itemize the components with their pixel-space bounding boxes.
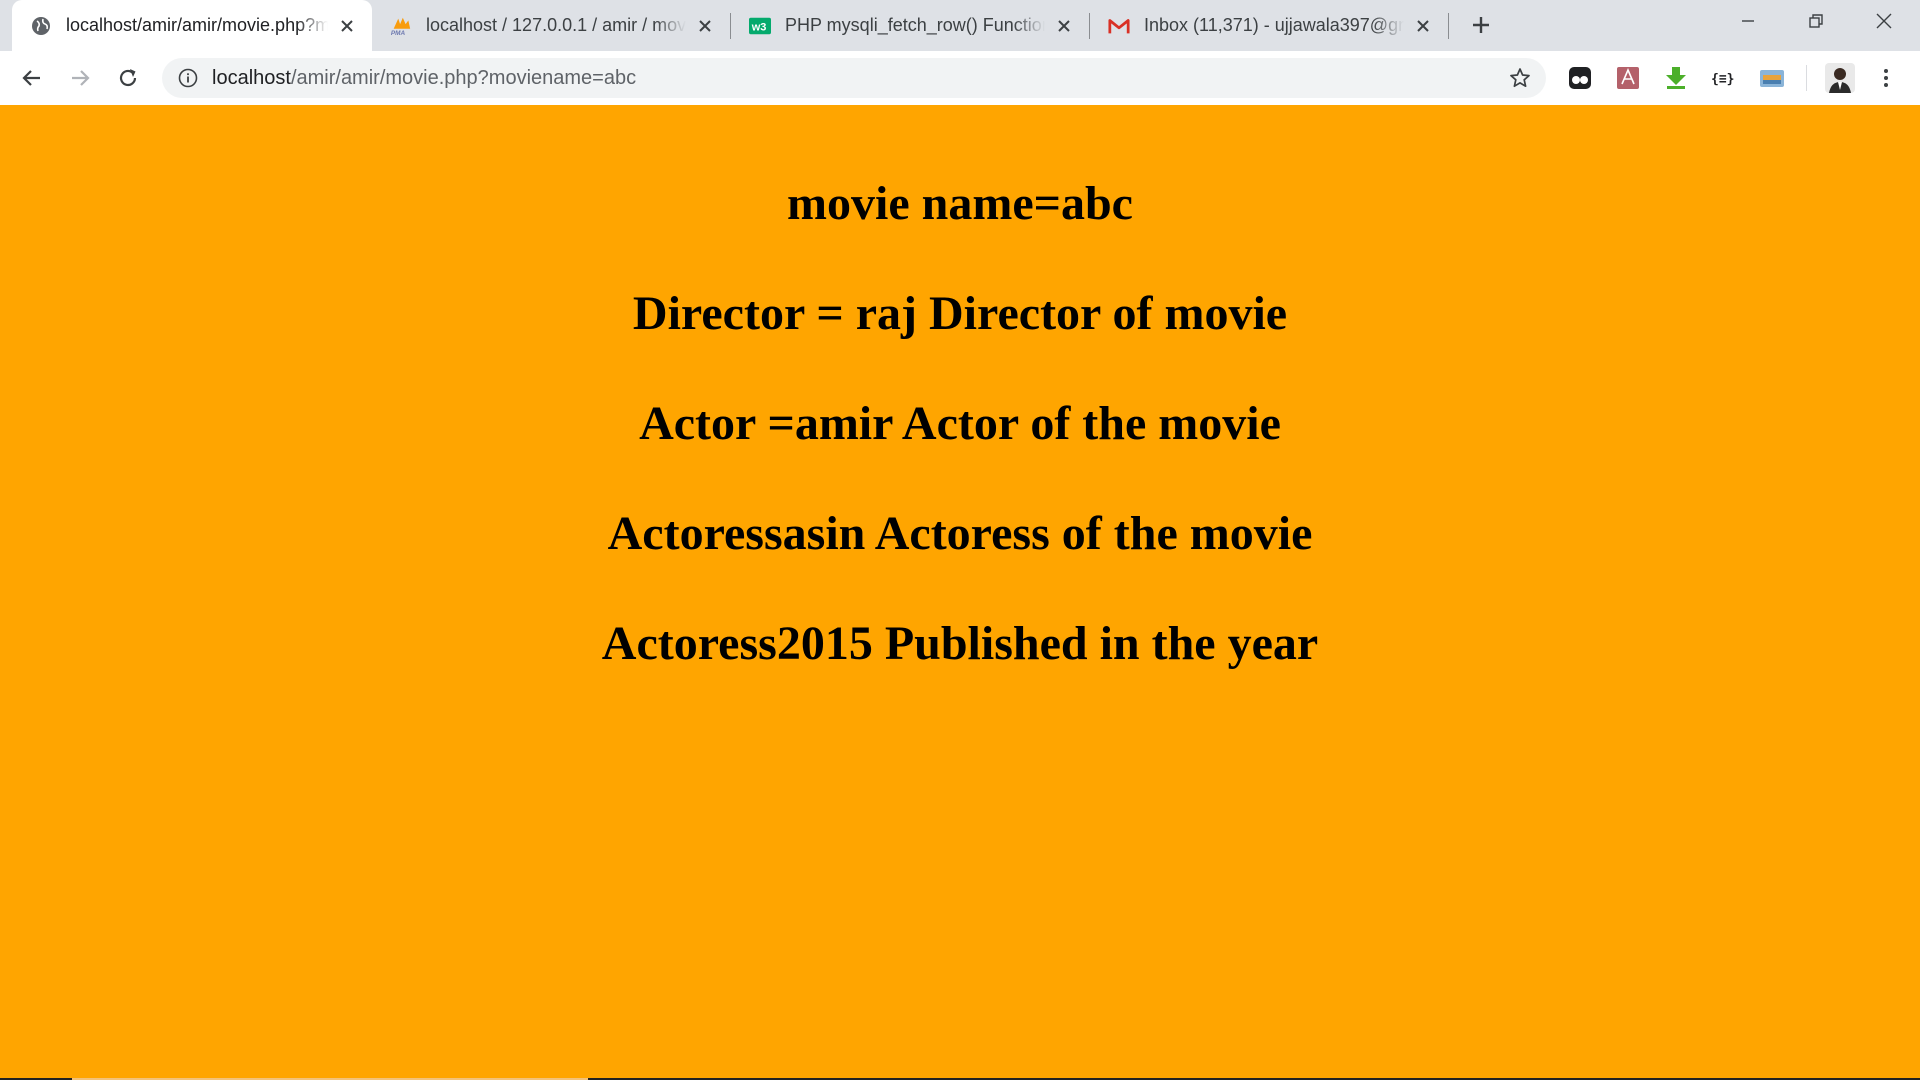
tab-title: localhost/amir/amir/movie.php?moviename=… <box>66 15 328 35</box>
movie-name-heading: movie name=abc <box>787 177 1133 230</box>
bookmark-star-icon[interactable] <box>1508 66 1532 90</box>
download-icon[interactable] <box>1662 64 1690 92</box>
w3schools-icon: w3 <box>749 15 771 37</box>
info-icon[interactable] <box>176 66 200 90</box>
back-button[interactable] <box>14 60 50 96</box>
gmail-icon <box>1108 15 1130 37</box>
tab-gmail[interactable]: Inbox (11,371) - ujjawala397@gmail.com <box>1090 0 1448 51</box>
svg-text:w3: w3 <box>751 21 767 33</box>
tab-title: PHP mysqli_fetch_row() Function <box>785 15 1045 35</box>
tab-strip: localhost/amir/amir/movie.php?moviename=… <box>0 0 1920 51</box>
close-tab-icon[interactable] <box>694 15 716 37</box>
reload-button[interactable] <box>110 60 146 96</box>
toolbar-divider <box>1806 65 1807 91</box>
page-content: movie name=abc Director = raj Director o… <box>0 105 1920 1080</box>
tab-title: localhost / 127.0.0.1 / amir / movie <box>426 15 686 35</box>
json-formatter-icon[interactable]: {≡} <box>1710 64 1738 92</box>
close-tab-icon[interactable] <box>1412 15 1434 37</box>
tab-movie-php[interactable]: localhost/amir/amir/movie.php?moviename=… <box>12 0 372 51</box>
close-window-button[interactable] <box>1850 0 1918 42</box>
ghostery-icon[interactable] <box>1566 64 1594 92</box>
close-tab-icon[interactable] <box>336 15 358 37</box>
url-path: /amir/amir/movie.php?moviename=abc <box>290 66 637 89</box>
svg-text:PMA: PMA <box>391 30 406 37</box>
pdf-icon[interactable] <box>1614 64 1642 92</box>
actoress-heading: Actoressasin Actoress of the movie <box>607 507 1313 560</box>
svg-text:{≡}: {≡} <box>1711 72 1734 87</box>
globe-icon <box>30 15 52 37</box>
avatar[interactable] <box>1824 62 1856 94</box>
browser-toolbar: localhost/amir/amir/movie.php?moviename=… <box>0 51 1920 156</box>
close-tab-icon[interactable] <box>1053 15 1075 37</box>
year-heading: Actoress2015 Published in the year <box>601 617 1319 670</box>
url-text[interactable]: localhost/amir/amir/movie.php?moviename=… <box>212 67 636 90</box>
tab-separator <box>1448 13 1449 39</box>
chrome-menu-button[interactable] <box>1872 64 1900 92</box>
actor-heading: Actor =amir Actor of the movie <box>639 397 1281 450</box>
tab-phpmyadmin[interactable]: PMA localhost / 127.0.0.1 / amir / movie <box>372 0 730 51</box>
new-tab-button[interactable] <box>1466 10 1496 40</box>
phpmyadmin-icon: PMA <box>390 15 412 37</box>
url-host: localhost <box>212 66 291 89</box>
tab-title: Inbox (11,371) - ujjawala397@gmail.com <box>1144 15 1404 35</box>
address-bar[interactable]: localhost/amir/amir/movie.php?moviename=… <box>162 58 1546 98</box>
tab-w3schools[interactable]: w3 PHP mysqli_fetch_row() Function <box>731 0 1089 51</box>
minimize-button[interactable] <box>1714 0 1782 42</box>
screenshot-icon[interactable] <box>1758 64 1786 92</box>
forward-button[interactable] <box>62 60 98 96</box>
restore-button[interactable] <box>1782 0 1850 42</box>
director-heading: Director = raj Director of movie <box>632 287 1288 340</box>
